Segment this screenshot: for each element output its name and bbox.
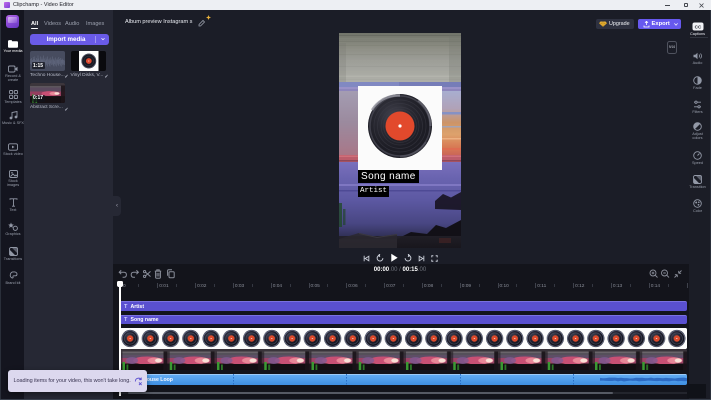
- svg-text:CC: CC: [694, 24, 701, 29]
